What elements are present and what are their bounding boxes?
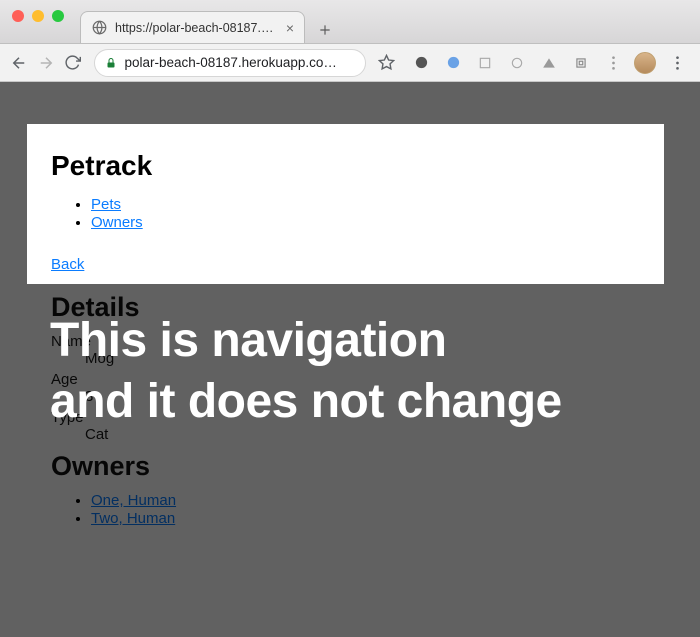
extension-icons (406, 48, 692, 78)
profile-avatar[interactable] (630, 48, 660, 78)
annotation-overlay: This is navigation and it does not chang… (50, 310, 680, 433)
window-titlebar: https://polar-beach-08187.her × (0, 0, 700, 44)
tab-close-button[interactable]: × (286, 20, 294, 36)
globe-icon (91, 20, 107, 36)
nav-link-owners[interactable]: Owners (91, 214, 143, 231)
tab-strip: https://polar-beach-08187.her × (80, 9, 339, 43)
extension-icon-5[interactable] (534, 48, 564, 78)
new-tab-button[interactable] (311, 17, 339, 43)
window-zoom-button[interactable] (52, 10, 64, 22)
annotation-line-2: and it does not change (50, 375, 562, 428)
main-nav: Pets Owners (51, 196, 640, 232)
window-close-button[interactable] (12, 10, 24, 22)
back-button[interactable] (8, 48, 31, 78)
nav-link-pets[interactable]: Pets (91, 196, 121, 213)
lock-icon (105, 57, 117, 69)
browser-toolbar: polar-beach-08187.herokuapp.co… (0, 44, 700, 82)
extension-icon-1[interactable] (406, 48, 436, 78)
brand-title: Petrack (51, 150, 640, 182)
reload-button[interactable] (61, 48, 84, 78)
address-bar[interactable]: polar-beach-08187.herokuapp.co… (94, 49, 366, 77)
forward-button[interactable] (35, 48, 58, 78)
page-viewport: Details Name Mog Age 3 Type Cat Owners O… (0, 82, 700, 637)
back-link[interactable]: Back (51, 256, 84, 273)
tab-title: https://polar-beach-08187.her (115, 21, 278, 35)
extension-icon-2[interactable] (438, 48, 468, 78)
extension-icon-7[interactable] (598, 48, 628, 78)
extension-icon-6[interactable] (566, 48, 596, 78)
nav-item: Owners (91, 214, 640, 232)
window-traffic-lights (0, 0, 64, 22)
star-icon[interactable] (376, 48, 399, 78)
extension-icon-3[interactable] (470, 48, 500, 78)
nav-item: Pets (91, 196, 640, 214)
browser-tab[interactable]: https://polar-beach-08187.her × (80, 11, 305, 43)
window-minimize-button[interactable] (32, 10, 44, 22)
menu-icon[interactable] (662, 48, 692, 78)
address-url: polar-beach-08187.herokuapp.co… (125, 55, 355, 70)
annotation-line-1: This is navigation (50, 314, 446, 367)
extension-icon-4[interactable] (502, 48, 532, 78)
navigation-highlight: Petrack Pets Owners Back (27, 124, 664, 284)
